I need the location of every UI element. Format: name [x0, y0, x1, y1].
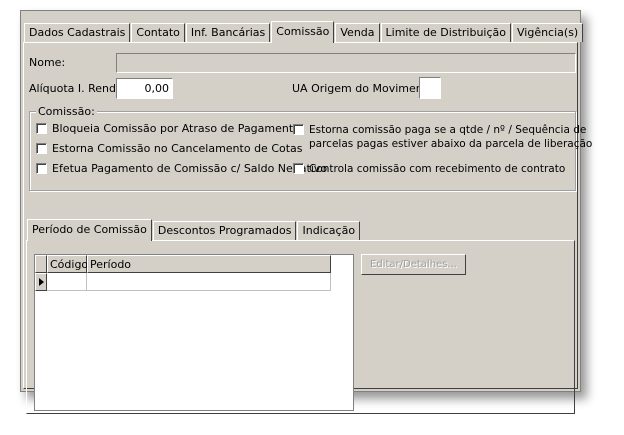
checkbox-label-line2: parcelas pagas estiver abaixo da parcela… — [309, 138, 593, 150]
checkbox-box[interactable] — [36, 163, 47, 174]
checkbox-box[interactable] — [36, 143, 47, 154]
ua-origem-label: UA Origem do Movimento: — [292, 82, 438, 95]
aliquota-field[interactable] — [116, 78, 173, 99]
table-row[interactable] — [35, 273, 331, 291]
nome-field[interactable] — [116, 53, 576, 73]
tab-venda[interactable]: Venda — [335, 23, 380, 42]
grid-header-codigo[interactable]: Código — [47, 255, 88, 273]
cell-periodo[interactable] — [87, 273, 331, 291]
checkbox-pagamento-saldo-negativo[interactable]: Efetua Pagamento de Comissão c/ Saldo Ne… — [36, 162, 327, 176]
checkbox-label-line1: Estorna comissão paga se a qtde / nº / S… — [309, 124, 587, 136]
checkbox-label: Efetua Pagamento de Comissão c/ Saldo Ne… — [52, 162, 328, 175]
checkbox-label: Estorna Comissão no Cancelamento de Cota… — [52, 142, 303, 155]
subtab-descontos-programados[interactable]: Descontos Programados — [152, 221, 297, 240]
checkbox-controla-contrato[interactable]: Controla comissão com recebimento de con… — [293, 162, 565, 176]
checkbox-label: Bloqueia Comissão por Atraso de Pagament… — [52, 122, 300, 135]
tab-vigencias[interactable]: Vigência(s) — [512, 23, 584, 42]
subtab-indicacao[interactable]: Indicação — [297, 221, 361, 240]
editar-detalhes-button[interactable]: Editar/Detalhes... — [361, 254, 466, 275]
row-indicator — [35, 273, 47, 291]
grid-header-periodo[interactable]: Período — [87, 255, 331, 273]
form-window: Dados Cadastrais Contato Inf. Bancárias … — [20, 10, 592, 414]
grid-header-indicator — [35, 255, 47, 273]
checkbox-estorna-parcelas[interactable]: Estorna comissão paga se a qtde / nº / S… — [293, 123, 592, 151]
tab-contato[interactable]: Contato — [131, 23, 185, 42]
aliquota-label: Alíquota I. Renda: — [29, 82, 127, 95]
checkbox-estorna-cancelamento[interactable]: Estorna Comissão no Cancelamento de Cota… — [36, 142, 303, 156]
cell-codigo[interactable] — [47, 273, 87, 291]
main-tab-bar: Dados Cadastrais Contato Inf. Bancárias … — [24, 21, 584, 43]
grid-header: Código Período — [35, 255, 331, 273]
checkbox-label-multiline: Estorna comissão paga se a qtde / nº / S… — [309, 123, 592, 151]
subtab-periodo-comissao[interactable]: Período de Comissão — [27, 219, 152, 241]
tab-limite-distribuicao[interactable]: Limite de Distribuição — [380, 23, 511, 42]
sub-tab-bar: Período de Comissão Descontos Programado… — [27, 219, 361, 241]
comissao-group-title: Comissão: — [36, 105, 97, 118]
checkbox-box[interactable] — [36, 123, 47, 134]
checkbox-box[interactable] — [293, 124, 304, 135]
ua-origem-input[interactable] — [420, 78, 440, 98]
periodo-grid[interactable]: Código Período — [34, 254, 354, 411]
comissao-groupbox: Comissão: Bloqueia Comissão por Atraso d… — [29, 105, 592, 191]
comissao-tab-panel: Nome: Alíquota I. Renda: UA Origem do Mo… — [23, 42, 592, 414]
checkbox-label: Controla comissão com recebimento de con… — [309, 163, 566, 175]
checkbox-bloqueia-comissao[interactable]: Bloqueia Comissão por Atraso de Pagament… — [36, 122, 300, 136]
tab-dados-cadastrais[interactable]: Dados Cadastrais — [24, 23, 131, 42]
current-row-arrow-icon — [39, 278, 44, 286]
nome-label: Nome: — [29, 56, 66, 69]
periodo-comissao-panel: Código Período Editar/Detalhes... — [26, 240, 575, 414]
nome-input[interactable] — [117, 54, 575, 72]
tab-comissao[interactable]: Comissão — [271, 21, 335, 43]
checkbox-box[interactable] — [293, 163, 304, 174]
ua-origem-field[interactable] — [419, 77, 441, 99]
tab-inf-bancarias[interactable]: Inf. Bancárias — [185, 23, 271, 42]
aliquota-input[interactable] — [117, 79, 172, 98]
